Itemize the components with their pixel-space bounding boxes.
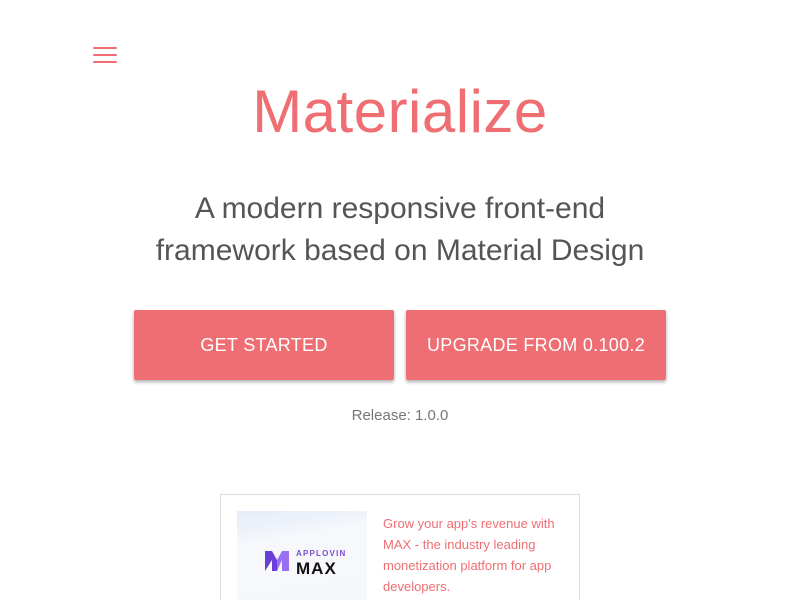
ad-logo-small-text: APPLOVIN [296,549,347,558]
ad-text-link[interactable]: Grow your app's revenue with MAX - the i… [383,513,568,597]
menu-bar-bottom [93,61,117,63]
applovin-logo-icon [265,551,289,571]
brand-title: Materialize [252,78,548,145]
tagline-line-2: framework based on Material Design [155,234,645,267]
release-version: Release: 1.0.0 [351,407,449,424]
menu-bar-top [93,47,117,49]
upgrade-button[interactable]: UPGRADE FROM 0.100.2 [406,310,666,380]
tagline-line-1: A modern responsive front-end [194,192,606,225]
hamburger-menu-icon[interactable] [93,46,117,64]
ad-card: APPLOVIN MAX Grow your app's revenue wit… [220,494,580,600]
tagline: A modern responsive front-end framework … [0,188,800,272]
ad-logo-big-text: MAX [296,559,337,578]
get-started-button[interactable]: GET STARTED [134,310,394,380]
page: Materialize A modern responsive front-en… [0,0,800,600]
menu-bar-middle [93,54,117,56]
ad-image[interactable]: APPLOVIN MAX [237,511,367,600]
